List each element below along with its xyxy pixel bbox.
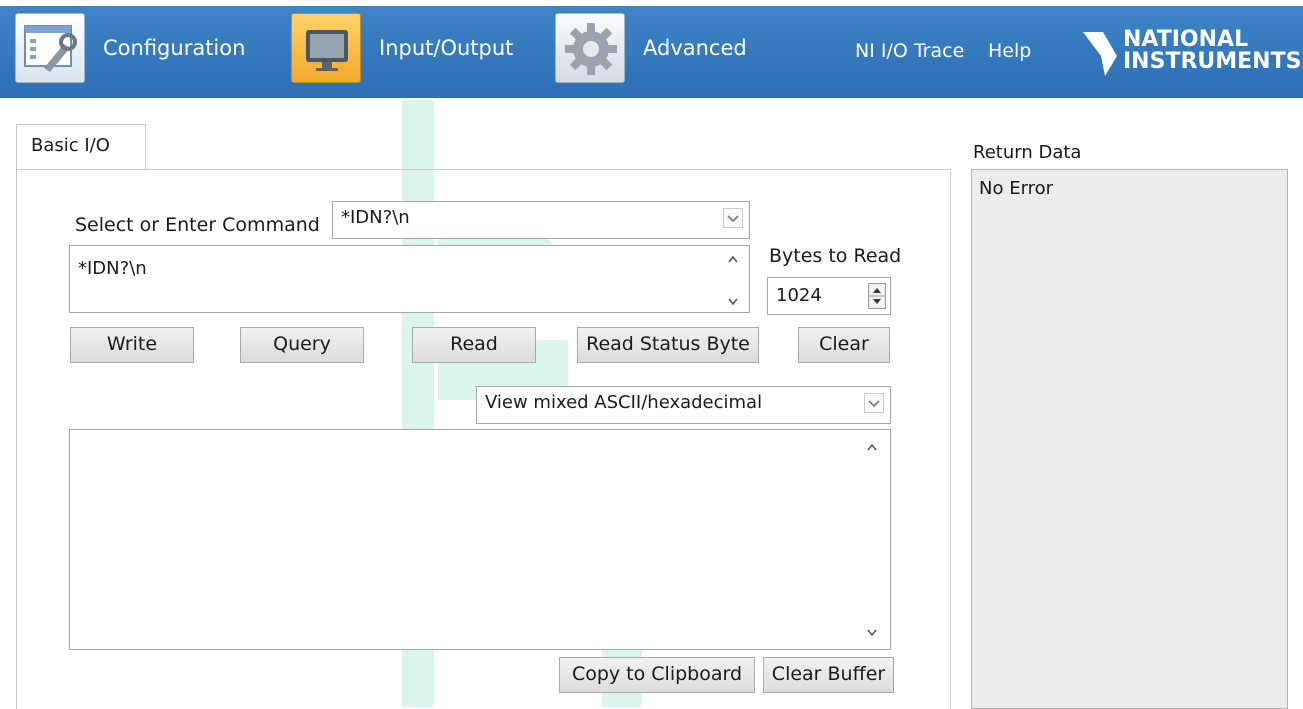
- configuration-label: Configuration: [103, 36, 246, 60]
- input-output-label: Input/Output: [379, 36, 514, 60]
- return-data-text: No Error: [979, 178, 1054, 199]
- command-text: *IDN?\n: [78, 258, 147, 279]
- tab-basic-io-label: Basic I/O: [31, 135, 110, 156]
- view-mode-select[interactable]: View mixed ASCII/hexadecimal: [476, 386, 891, 424]
- scroll-up-icon[interactable]: [725, 252, 741, 266]
- query-button[interactable]: Query: [240, 327, 364, 363]
- return-data-label: Return Data: [973, 142, 1082, 163]
- copy-to-clipboard-button[interactable]: Copy to Clipboard: [559, 657, 755, 693]
- advanced-button[interactable]: Advanced: [555, 12, 747, 84]
- view-mode-value: View mixed ASCII/hexadecimal: [485, 392, 763, 413]
- return-data-box: No Error: [971, 169, 1288, 709]
- bytes-to-read-value: 1024: [776, 285, 822, 306]
- stepper-arrows-icon[interactable]: [868, 283, 886, 309]
- ni-eagle-icon: [1083, 32, 1117, 76]
- advanced-label: Advanced: [643, 36, 747, 60]
- gear-icon: [555, 13, 625, 83]
- write-button[interactable]: Write: [70, 327, 194, 363]
- read-status-byte-button[interactable]: Read Status Byte: [577, 327, 759, 363]
- national-instruments-logo: NATIONAL INSTRUMENTS: [1083, 22, 1301, 80]
- ni-io-trace-link[interactable]: NI I/O Trace: [855, 40, 964, 62]
- chevron-down-icon[interactable]: [723, 208, 743, 228]
- clear-button[interactable]: Clear: [798, 327, 890, 363]
- bytes-to-read-stepper[interactable]: 1024: [767, 277, 891, 315]
- input-output-button[interactable]: Input/Output: [291, 12, 513, 84]
- clear-buffer-button[interactable]: Clear Buffer: [763, 657, 894, 693]
- output-buffer[interactable]: [69, 429, 891, 650]
- tab-basic-io[interactable]: Basic I/O: [16, 124, 146, 170]
- bytes-to-read-label: Bytes to Read: [769, 245, 902, 267]
- command-textarea[interactable]: *IDN?\n: [69, 245, 750, 313]
- wrench-window-icon: [15, 13, 85, 83]
- read-button[interactable]: Read: [412, 327, 536, 363]
- help-link[interactable]: Help: [988, 40, 1031, 62]
- monitor-icon: [291, 13, 361, 83]
- configuration-button[interactable]: Configuration: [15, 12, 245, 84]
- command-label: Select or Enter Command: [75, 214, 320, 236]
- chevron-down-icon[interactable]: [864, 393, 884, 413]
- scroll-down-icon[interactable]: [864, 625, 880, 639]
- logo-line-2: INSTRUMENTS: [1123, 49, 1302, 74]
- main-toolbar: Configuration Input/Output Advanced NI I…: [0, 0, 1303, 98]
- command-select[interactable]: *IDN?\n: [332, 201, 750, 239]
- scroll-down-icon[interactable]: [725, 294, 741, 308]
- scroll-up-icon[interactable]: [864, 440, 880, 454]
- toolbar-top-strip: [0, 0, 1303, 6]
- logo-line-1: NATIONAL: [1123, 27, 1249, 52]
- command-select-value: *IDN?\n: [341, 207, 410, 228]
